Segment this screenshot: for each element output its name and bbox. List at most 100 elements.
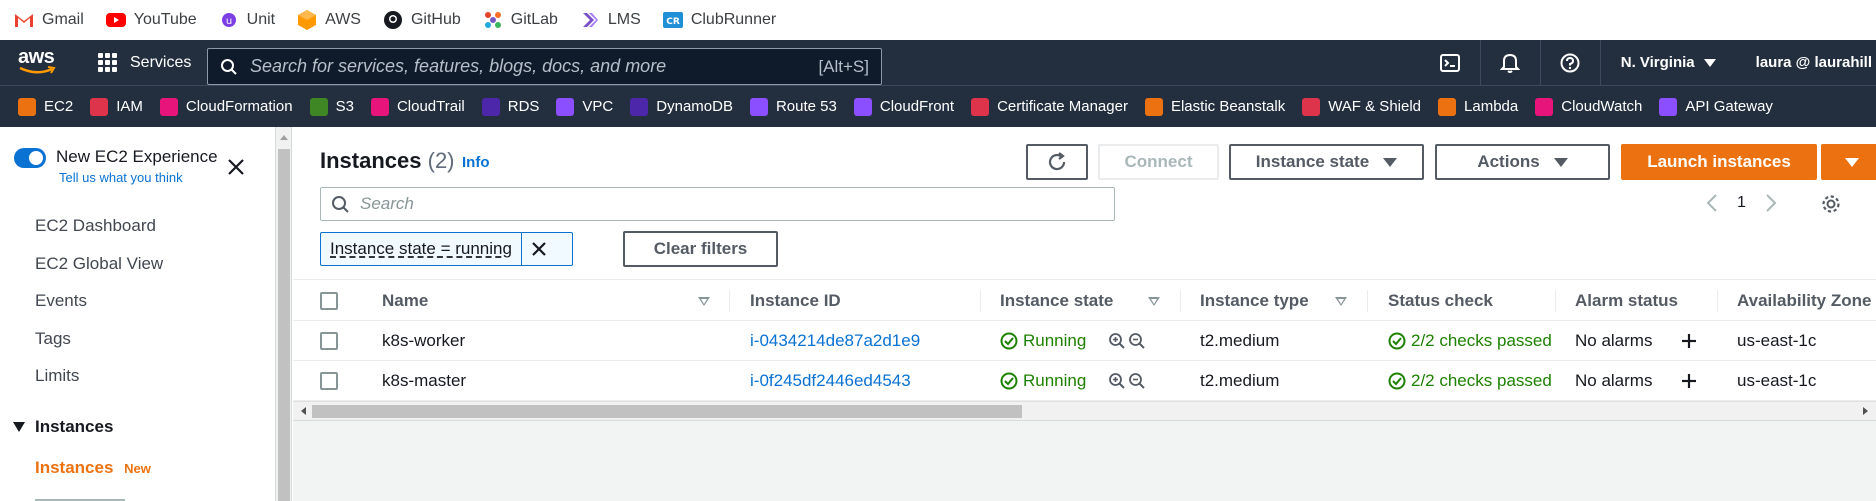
bookmark-aws[interactable]: AWS <box>297 10 361 30</box>
remove-filter-icon[interactable] <box>522 241 556 257</box>
status-check: 2/2 checks passed <box>1388 361 1553 401</box>
bookmark-unit[interactable]: u Unit <box>219 10 275 30</box>
cloudfront-icon <box>853 97 872 116</box>
feedback-link[interactable]: Tell us what you think <box>59 170 218 185</box>
favorite-elastic-beanstalk[interactable]: Elastic Beanstalk <box>1144 97 1285 116</box>
favorite-route53[interactable]: Route 53 <box>749 97 837 116</box>
bookmark-github[interactable]: GitHub <box>383 10 461 30</box>
favorite-lambda[interactable]: Lambda <box>1438 97 1518 116</box>
info-link[interactable]: Info <box>462 154 490 171</box>
region-selector[interactable]: N. Virginia <box>1601 54 1736 71</box>
sort-icon[interactable] <box>1148 297 1160 306</box>
launch-dropdown-button[interactable] <box>1821 144 1876 180</box>
chevron-left-icon[interactable] <box>1705 193 1719 213</box>
favorite-s3[interactable]: S3 <box>309 97 354 116</box>
favorite-cloudwatch[interactable]: CloudWatch <box>1535 97 1642 116</box>
chevron-right-icon[interactable] <box>1764 193 1778 213</box>
column-header-instance-state[interactable]: Instance state <box>1000 280 1113 322</box>
bell-icon[interactable] <box>1481 40 1541 85</box>
favorite-api-gateway[interactable]: API Gateway <box>1659 97 1773 116</box>
route53-icon <box>749 97 768 116</box>
zoom-in-icon[interactable] <box>1108 332 1126 350</box>
add-alarm-icon[interactable] <box>1680 321 1698 361</box>
global-search-input[interactable]: Search for services, features, blogs, do… <box>207 48 882 85</box>
sidebar-item-limits[interactable]: Limits <box>35 366 79 386</box>
favorite-waf-shield[interactable]: WAF & Shield <box>1302 97 1421 116</box>
services-menu[interactable]: Services <box>98 40 191 85</box>
favorite-iam[interactable]: IAM <box>90 97 143 116</box>
favorite-cloudtrail[interactable]: CloudTrail <box>370 97 465 116</box>
sort-icon[interactable] <box>698 297 710 306</box>
page-number[interactable]: 1 <box>1737 194 1746 212</box>
favorite-ec2[interactable]: EC2 <box>18 97 73 116</box>
column-header-status-check[interactable]: Status check <box>1388 280 1493 322</box>
launch-instances-button[interactable]: Launch instances <box>1621 144 1817 180</box>
bookmark-label: GitHub <box>410 11 461 28</box>
zoom-out-icon[interactable] <box>1128 372 1146 390</box>
select-all-checkbox[interactable] <box>320 292 338 310</box>
clear-filters-button[interactable]: Clear filters <box>623 231 778 267</box>
user-menu[interactable]: laura @ laurahill <box>1736 54 1876 71</box>
cloudshell-icon[interactable] <box>1421 40 1481 85</box>
connect-button[interactable]: Connect <box>1098 144 1219 180</box>
close-icon[interactable] <box>226 155 246 181</box>
services-grid-icon <box>98 52 118 73</box>
instances-search-input[interactable]: Search <box>320 187 1115 221</box>
filter-token-label[interactable]: Instance state = running <box>321 233 522 265</box>
column-header-instance-type[interactable]: Instance type <box>1200 280 1309 322</box>
bookmark-label: Unit <box>246 11 276 28</box>
main-content: Instances (2) Info Connect Instance stat… <box>293 127 1876 501</box>
table-row[interactable]: k8s-worker i-0434214de87a2d1e9 Running t… <box>293 321 1876 361</box>
sidebar-item-ec2-dashboard[interactable]: EC2 Dashboard <box>35 216 156 236</box>
instance-id-link[interactable]: i-0434214de87a2d1e9 <box>750 321 920 361</box>
favorite-cloudfront[interactable]: CloudFront <box>853 97 954 116</box>
sidebar-section-instances[interactable]: Instances <box>13 417 113 437</box>
table-horizontal-scrollbar[interactable] <box>293 401 1876 420</box>
vpc-icon <box>556 97 575 116</box>
favorite-dynamodb[interactable]: DynamoDB <box>630 97 733 116</box>
bookmark-youtube[interactable]: YouTube <box>105 10 197 30</box>
refresh-button[interactable] <box>1026 144 1088 180</box>
sidebar-item-instances[interactable]: Instances New <box>35 458 151 478</box>
sidebar-scrollbar[interactable] <box>276 127 292 501</box>
instance-id-link[interactable]: i-0f245df2446ed4543 <box>750 361 911 401</box>
certificate-manager-icon <box>971 97 990 116</box>
zoom-in-icon[interactable] <box>1108 372 1126 390</box>
column-header-instance-id[interactable]: Instance ID <box>750 280 841 322</box>
s3-icon <box>309 97 328 116</box>
bookmark-gitlab[interactable]: GitLab <box>483 10 558 30</box>
favorite-cloudformation[interactable]: CloudFormation <box>159 97 293 116</box>
sidebar-item-tags[interactable]: Tags <box>35 329 71 349</box>
add-alarm-icon[interactable] <box>1680 361 1698 401</box>
bookmark-lms[interactable]: LMS <box>580 10 641 30</box>
row-checkbox[interactable] <box>320 332 338 350</box>
new-experience-toggle[interactable] <box>14 148 46 168</box>
aws-logo[interactable]: aws <box>18 46 58 78</box>
new-badge: New <box>124 461 151 476</box>
instance-state-button[interactable]: Instance state <box>1229 144 1424 180</box>
column-header-name[interactable]: Name <box>382 280 428 322</box>
favorite-certificate-manager[interactable]: Certificate Manager <box>971 97 1128 116</box>
sidebar: New EC2 Experience Tell us what you thin… <box>0 127 276 501</box>
column-header-alarm-status[interactable]: Alarm status <box>1575 280 1678 322</box>
sort-icon[interactable] <box>1335 297 1347 306</box>
bookmark-gmail[interactable]: Gmail <box>14 10 84 30</box>
table-row[interactable]: k8s-master i-0f245df2446ed4543 Running t… <box>293 361 1876 401</box>
help-icon[interactable] <box>1541 40 1601 85</box>
actions-button[interactable]: Actions <box>1435 144 1610 180</box>
row-checkbox[interactable] <box>320 372 338 390</box>
bookmark-clubrunner[interactable]: CR ClubRunner <box>662 10 776 30</box>
caret-down-icon <box>1703 58 1716 67</box>
favorite-vpc[interactable]: VPC <box>556 97 613 116</box>
cloudformation-icon <box>159 97 178 116</box>
bookmarks-bar: Gmail YouTube u Unit AWS GitHub GitLab L… <box>0 0 1876 40</box>
column-header-availability-zone[interactable]: Availability Zone <box>1737 280 1871 322</box>
check-circle-icon <box>1388 372 1406 390</box>
favorite-rds[interactable]: RDS <box>481 97 539 116</box>
rds-icon <box>481 97 500 116</box>
sidebar-item-ec2-global-view[interactable]: EC2 Global View <box>35 254 163 274</box>
instance-state: Running <box>1000 361 1086 401</box>
sidebar-item-events[interactable]: Events <box>35 291 87 311</box>
gear-icon[interactable] <box>1820 193 1842 220</box>
zoom-out-icon[interactable] <box>1128 332 1146 350</box>
